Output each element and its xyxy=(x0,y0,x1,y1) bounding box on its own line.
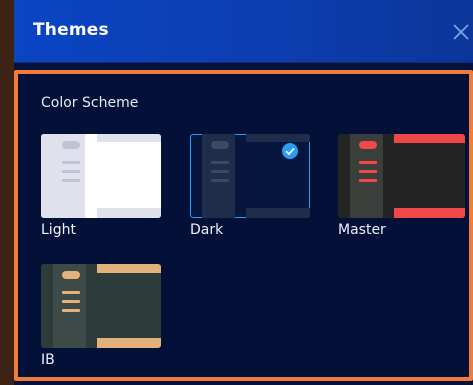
theme-option-master[interactable]: Master xyxy=(338,134,465,238)
theme-thumbnail-light xyxy=(41,134,161,218)
theme-option-ib[interactable]: IB xyxy=(41,264,161,368)
theme-name-ib: IB xyxy=(41,352,55,368)
close-icon xyxy=(453,24,469,40)
theme-name-master: Master xyxy=(338,222,386,238)
dialog-header: Themes xyxy=(14,0,473,63)
theme-option-light[interactable]: Light xyxy=(41,134,161,238)
dialog-title: Themes xyxy=(33,20,109,40)
section-label: Color Scheme xyxy=(41,95,139,111)
theme-thumbnail-master xyxy=(338,134,465,218)
theme-thumbnail-dark xyxy=(190,134,310,218)
selected-check-icon xyxy=(282,143,298,159)
themes-dialog: Themes Color Scheme Light Dark Master IB xyxy=(14,0,473,385)
color-scheme-section: Color Scheme Light Dark Master IB xyxy=(14,70,473,381)
close-button[interactable] xyxy=(445,14,473,48)
theme-name-dark: Dark xyxy=(190,222,224,238)
theme-thumbnail-ib xyxy=(41,264,161,348)
theme-name-light: Light xyxy=(41,222,76,238)
theme-option-dark[interactable]: Dark xyxy=(190,134,310,238)
